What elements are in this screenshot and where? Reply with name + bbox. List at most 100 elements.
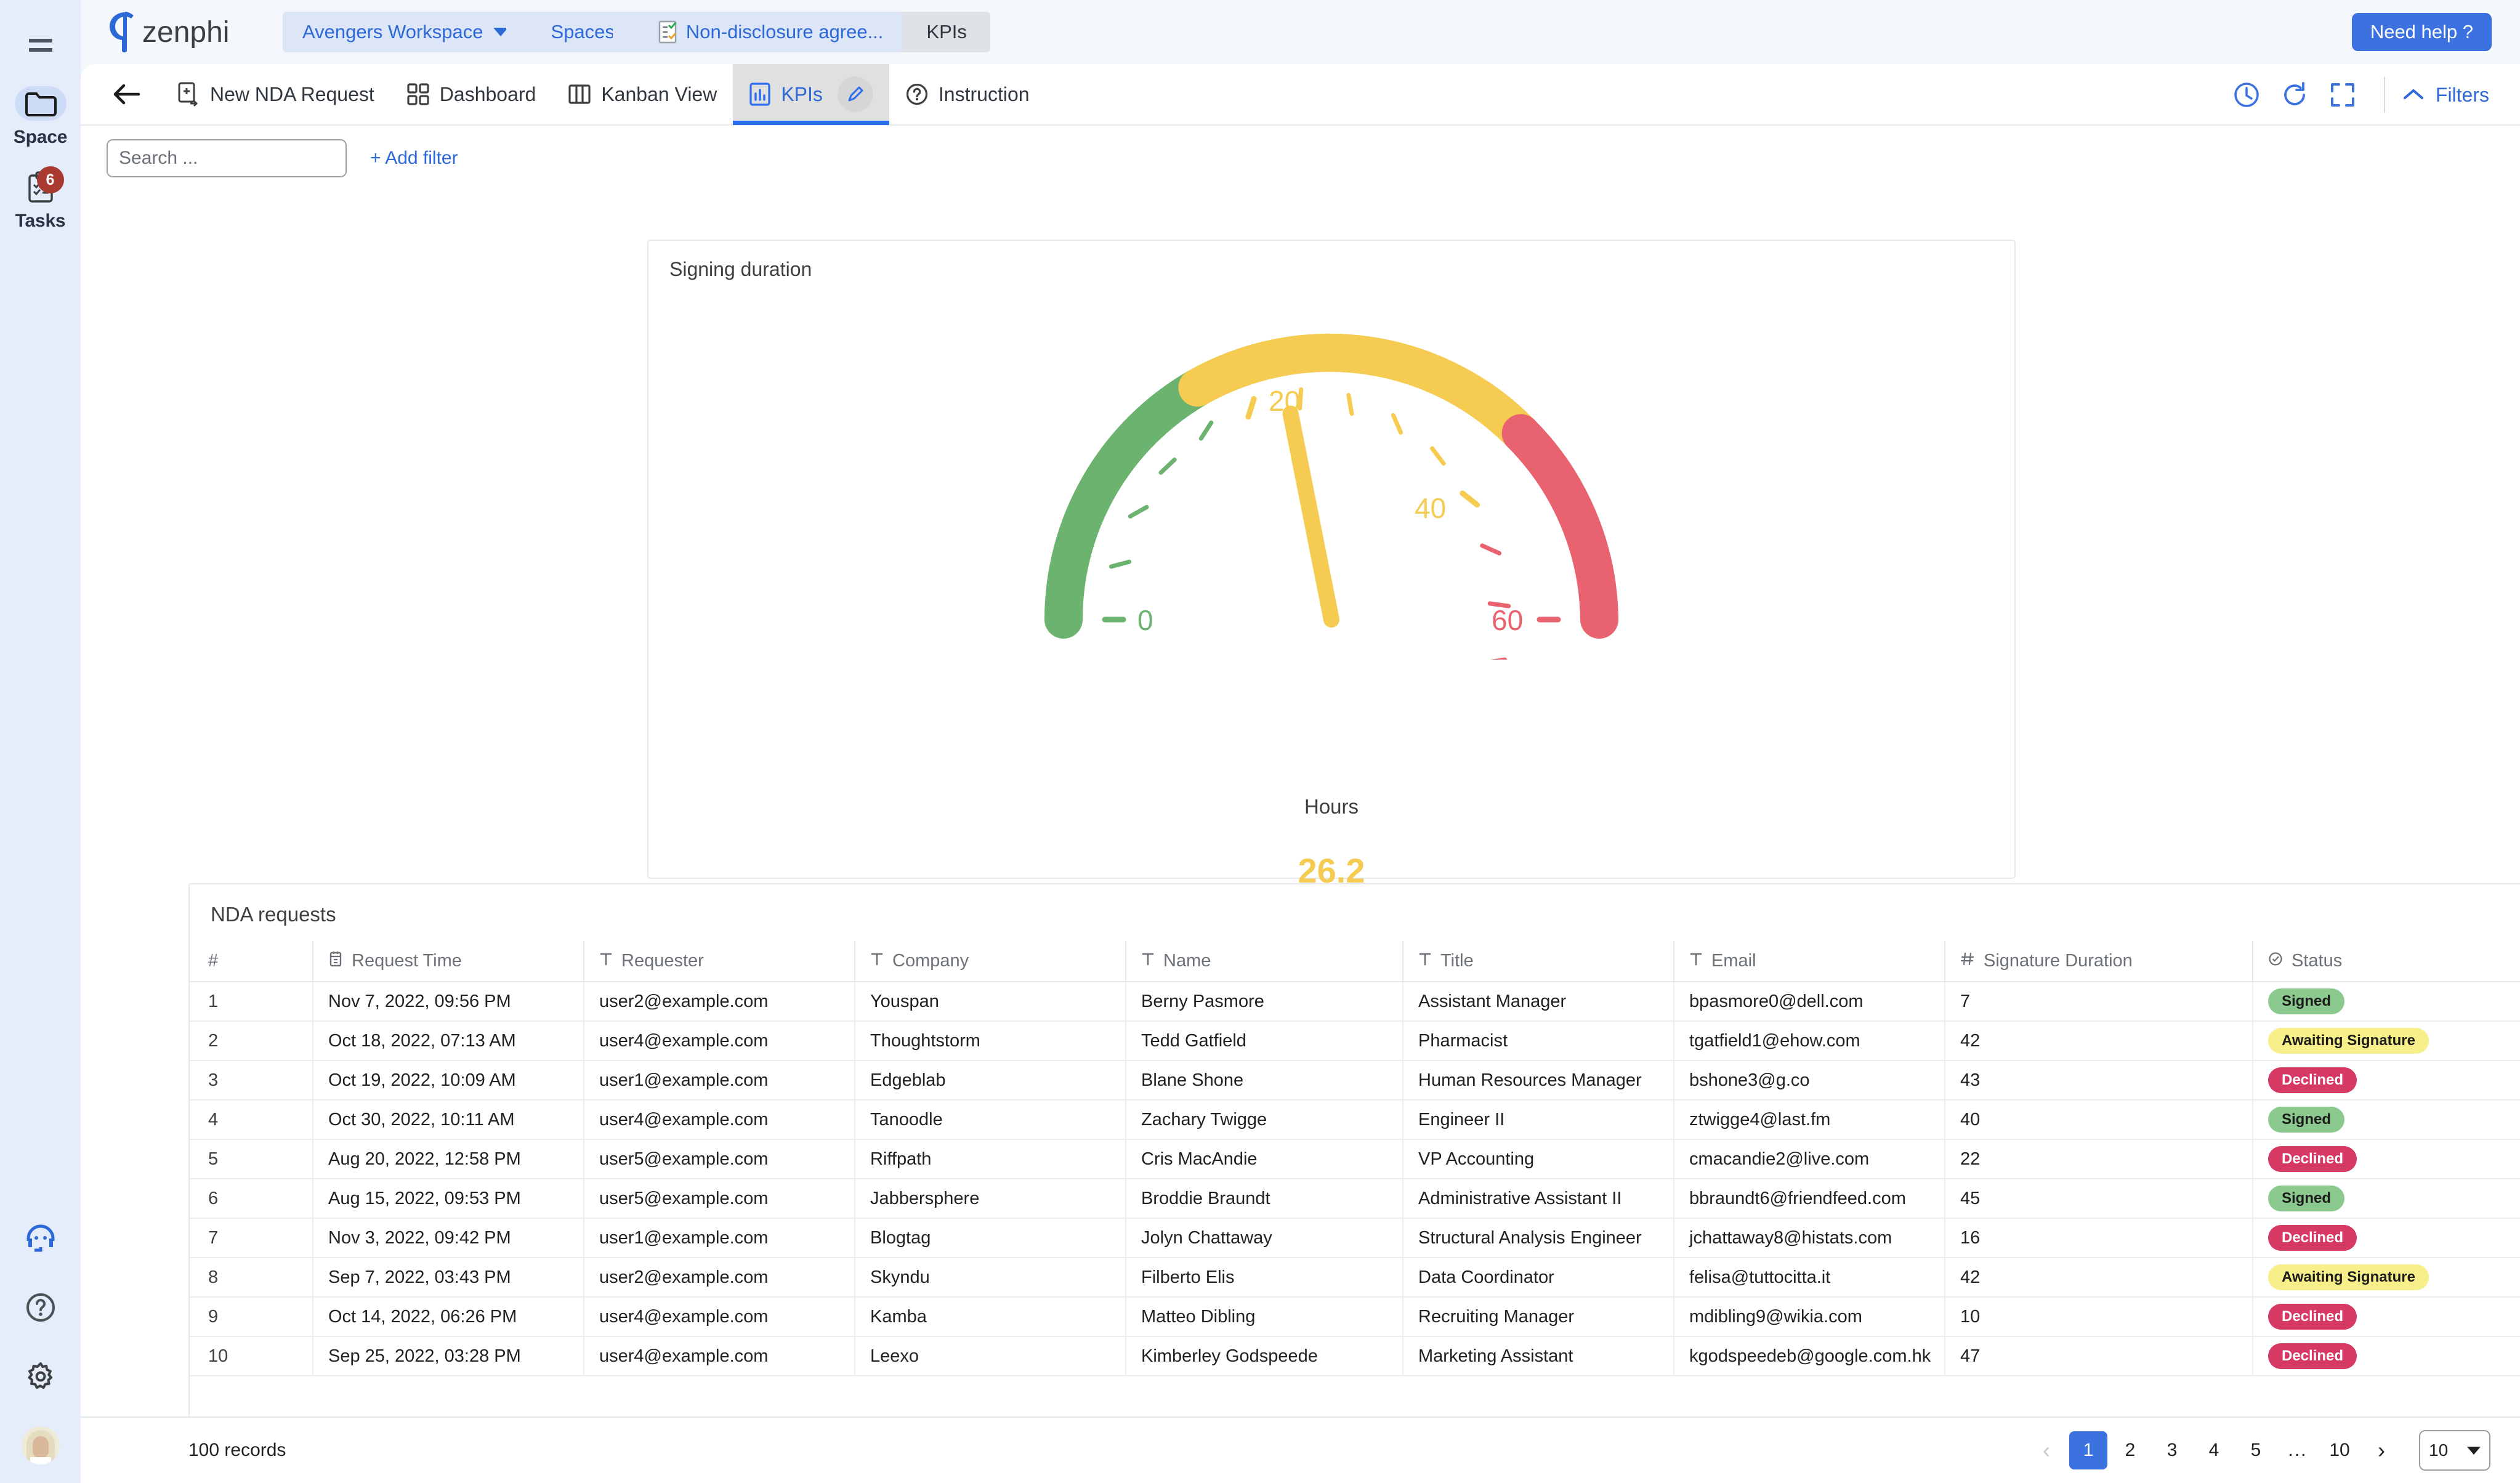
text-type-icon bbox=[1418, 951, 1432, 971]
edit-pencil-icon[interactable] bbox=[838, 76, 873, 112]
status-badge-cell: Declined bbox=[2253, 1336, 2520, 1376]
pagination-next[interactable]: › bbox=[2362, 1431, 2401, 1469]
sidebar-item-space[interactable]: Space bbox=[7, 86, 75, 148]
cell-signature_duration: 42 bbox=[1945, 1258, 2253, 1297]
pagination-pages: 12345...10 bbox=[2069, 1431, 2359, 1469]
new-request-icon bbox=[177, 81, 200, 107]
column-header-status[interactable]: Status bbox=[2253, 941, 2520, 982]
pagination-page-10[interactable]: 10 bbox=[2320, 1431, 2359, 1469]
refresh-icon[interactable] bbox=[2271, 71, 2319, 119]
table-body: 1Nov 7, 2022, 09:56 PMuser2@example.comY… bbox=[190, 982, 2520, 1376]
cell-signature_duration: 10 bbox=[1945, 1297, 2253, 1336]
pagination-page-4[interactable]: 4 bbox=[2195, 1431, 2233, 1469]
chevron-up-icon bbox=[2402, 84, 2425, 107]
cell-title: Engineer II bbox=[1403, 1100, 1674, 1139]
history-clock-icon[interactable] bbox=[2223, 71, 2271, 119]
tab-instruction[interactable]: Instruction bbox=[889, 64, 1046, 125]
cell-num: 4 bbox=[190, 1100, 313, 1139]
status-badge-cell: Declined bbox=[2253, 1218, 2520, 1258]
table-row[interactable]: 3Oct 19, 2022, 10:09 AMuser1@example.com… bbox=[190, 1061, 2520, 1100]
pagination-prev[interactable]: ‹ bbox=[2027, 1431, 2066, 1469]
cell-requester: user4@example.com bbox=[584, 1100, 855, 1139]
left-rail: Space 6 Tasks bbox=[0, 0, 81, 1483]
text-type-icon bbox=[870, 951, 884, 971]
cell-requester: user1@example.com bbox=[584, 1218, 855, 1258]
headset-support-icon[interactable] bbox=[22, 1219, 60, 1258]
tab-kpis[interactable]: KPIs bbox=[733, 64, 889, 125]
cell-company: Edgeblab bbox=[855, 1061, 1126, 1100]
view-toolbar: New NDA Request Dashboard Kanban Vie bbox=[81, 64, 2520, 126]
table-row[interactable]: 5Aug 20, 2022, 12:58 PMuser5@example.com… bbox=[190, 1139, 2520, 1179]
rail-bottom-group bbox=[0, 1219, 81, 1465]
cell-email: bpasmore0@dell.com bbox=[1674, 982, 1945, 1021]
column-header-company[interactable]: Company bbox=[855, 941, 1126, 982]
breadcrumb-label: KPIs bbox=[926, 21, 966, 43]
column-label: Status bbox=[2292, 951, 2342, 971]
pagination-page-5[interactable]: 5 bbox=[2237, 1431, 2275, 1469]
clipboard-checklist-icon: 6 bbox=[15, 170, 67, 204]
tab-dashboard[interactable]: Dashboard bbox=[390, 64, 552, 125]
table-row[interactable]: 4Oct 30, 2022, 10:11 AMuser4@example.com… bbox=[190, 1100, 2520, 1139]
status-badge-cell: Declined bbox=[2253, 1297, 2520, 1336]
column-header-signature-duration[interactable]: Signature Duration bbox=[1945, 941, 2253, 982]
column-header-request-time[interactable]: Request Time bbox=[313, 941, 584, 982]
status-badge: Declined bbox=[2268, 1146, 2357, 1172]
pagination-page-1[interactable]: 1 bbox=[2069, 1431, 2107, 1469]
sidebar-item-label: Space bbox=[14, 127, 67, 148]
tasks-badge: 6 bbox=[37, 166, 64, 193]
column-label: Requester bbox=[621, 951, 704, 971]
status-badge: Declined bbox=[2268, 1304, 2357, 1330]
breadcrumb-label: Spaces bbox=[551, 21, 615, 43]
kanban-columns-icon bbox=[568, 83, 591, 106]
gear-icon[interactable] bbox=[22, 1357, 60, 1396]
table-row[interactable]: 7Nov 3, 2022, 09:42 PMuser1@example.comB… bbox=[190, 1218, 2520, 1258]
tab-kanban-view[interactable]: Kanban View bbox=[552, 64, 733, 125]
column-header-num[interactable]: # bbox=[190, 941, 313, 982]
table-row[interactable]: 1Nov 7, 2022, 09:56 PMuser2@example.comY… bbox=[190, 982, 2520, 1021]
pagination-page-2[interactable]: 2 bbox=[2111, 1431, 2149, 1469]
pagination-page-3[interactable]: 3 bbox=[2153, 1431, 2191, 1469]
filters-button[interactable]: Filters bbox=[2402, 84, 2495, 107]
column-header-title[interactable]: Title bbox=[1403, 941, 1674, 982]
table-row[interactable]: 10Sep 25, 2022, 03:28 PMuser4@example.co… bbox=[190, 1336, 2520, 1376]
hamburger-icon[interactable] bbox=[22, 26, 60, 64]
column-label: Title bbox=[1440, 951, 1474, 971]
cell-email: mdibling9@wikia.com bbox=[1674, 1297, 1945, 1336]
arrow-left-icon[interactable] bbox=[107, 75, 146, 114]
cell-name: Tedd Gatfield bbox=[1126, 1021, 1403, 1061]
cell-num: 10 bbox=[190, 1336, 313, 1376]
cell-requester: user2@example.com bbox=[584, 1258, 855, 1297]
fullscreen-icon[interactable] bbox=[2319, 71, 2367, 119]
avatar[interactable] bbox=[22, 1426, 60, 1465]
search-input[interactable] bbox=[107, 139, 347, 177]
cell-request_time: Oct 18, 2022, 07:13 AM bbox=[313, 1021, 584, 1061]
breadcrumb-item-nda[interactable]: Non-disclosure agree... bbox=[633, 12, 902, 52]
cell-title: VP Accounting bbox=[1403, 1139, 1674, 1179]
table-row[interactable]: 9Oct 14, 2022, 06:26 PMuser4@example.com… bbox=[190, 1297, 2520, 1336]
bar-chart-icon bbox=[749, 82, 771, 107]
question-circle-icon[interactable] bbox=[22, 1288, 60, 1327]
table-row[interactable]: 6Aug 15, 2022, 09:53 PMuser5@example.com… bbox=[190, 1179, 2520, 1218]
nda-requests-card: NDA requests # Request Time Requester bbox=[188, 883, 2520, 1449]
status-badge-cell: Signed bbox=[2253, 982, 2520, 1021]
table-row[interactable]: 8Sep 7, 2022, 03:43 PMuser2@example.comS… bbox=[190, 1258, 2520, 1297]
breadcrumb-item-workspace[interactable]: Avengers Workspace bbox=[283, 12, 527, 52]
tab-new-nda-request[interactable]: New NDA Request bbox=[161, 64, 390, 125]
need-help-button[interactable]: Need help ? bbox=[2352, 13, 2492, 51]
column-header-name[interactable]: Name bbox=[1126, 941, 1403, 982]
breadcrumb-item-spaces[interactable]: Spaces bbox=[527, 12, 633, 52]
add-filter-button[interactable]: + Add filter bbox=[370, 148, 458, 169]
cell-requester: user1@example.com bbox=[584, 1061, 855, 1100]
sidebar-item-tasks[interactable]: 6 Tasks bbox=[7, 170, 75, 232]
column-header-email[interactable]: Email bbox=[1674, 941, 1945, 982]
table-row[interactable]: 2Oct 18, 2022, 07:13 AMuser4@example.com… bbox=[190, 1021, 2520, 1061]
column-header-requester[interactable]: Requester bbox=[584, 941, 855, 982]
zenphi-logo[interactable]: zenphi bbox=[104, 0, 258, 64]
number-type-icon bbox=[1960, 951, 1975, 971]
cell-request_time: Oct 14, 2022, 06:26 PM bbox=[313, 1297, 584, 1336]
breadcrumb-item-kpis[interactable]: KPIs bbox=[902, 12, 990, 52]
page-size-select[interactable]: 10 bbox=[2419, 1430, 2490, 1471]
status-check-icon bbox=[2268, 951, 2283, 971]
breadcrumb-label: Avengers Workspace bbox=[302, 21, 483, 43]
filter-row: + Add filter bbox=[81, 126, 2520, 191]
